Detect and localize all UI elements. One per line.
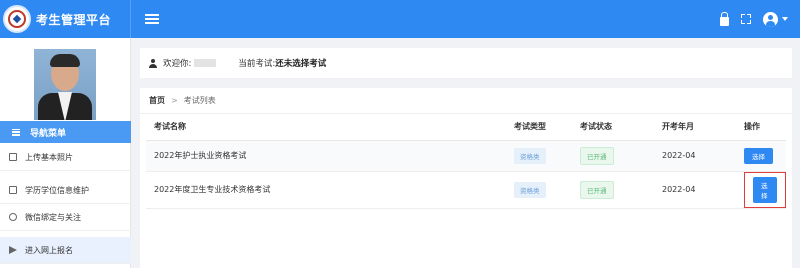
sidebar-item-education-info[interactable]: 学历学位信息维护	[0, 177, 131, 204]
current-exam-value: 还未选择考试	[275, 59, 327, 69]
send-icon	[9, 246, 17, 254]
sidebar-item-label: 上传基本照片	[25, 152, 73, 162]
breadcrumb-current: 考试列表	[183, 96, 216, 105]
image-icon	[9, 153, 17, 161]
sidebar-item-label: 微信绑定与关注	[25, 212, 81, 222]
exam-date: 2022-04	[654, 140, 736, 172]
top-bar: 考生管理平台	[0, 0, 800, 38]
app-title: 考生管理平台	[36, 12, 112, 27]
select-button[interactable]: 选择	[753, 176, 777, 203]
sidebar-item-label: 进入网上报名	[25, 245, 73, 255]
exam-list-panel: 首页 > 考试列表 考试名称 考试类型 考试状态 开考年月 操作 2022年护士…	[140, 88, 792, 268]
breadcrumb-separator: >	[171, 96, 178, 105]
lock-icon[interactable]	[720, 11, 729, 26]
breadcrumb: 首页 > 考试列表	[140, 88, 792, 114]
user-avatar-icon[interactable]	[763, 11, 778, 27]
column-header: 操作	[736, 114, 786, 141]
brand: 考生管理平台	[0, 0, 131, 38]
list-icon	[12, 128, 20, 136]
caret-down-icon[interactable]	[782, 17, 788, 21]
person-icon	[149, 58, 157, 68]
fullscreen-icon[interactable]	[741, 14, 751, 24]
column-header: 开考年月	[654, 114, 736, 141]
breadcrumb-home[interactable]: 首页	[149, 95, 165, 106]
info-bar: 欢迎你: 当前考试: 还未选择考试	[140, 48, 792, 78]
exam-name: 2022年度卫生专业技术资格考试	[146, 171, 506, 209]
exam-status-badge: 已开通	[580, 180, 614, 199]
wechat-icon	[9, 213, 17, 221]
sidebar-item-online-registration[interactable]: 进入网上报名	[0, 237, 131, 264]
exam-type-badge: 资格类	[514, 147, 546, 164]
exam-name: 2022年护士执业资格考试	[146, 140, 506, 172]
sidebar-item-wechat-binding[interactable]: 微信绑定与关注	[0, 204, 131, 231]
column-header: 考试状态	[572, 114, 654, 141]
exam-type-badge: 资格类	[514, 181, 546, 198]
logo-icon	[3, 5, 31, 33]
nav-header: 导航菜单	[0, 121, 131, 143]
table-header-row: 考试名称 考试类型 考试状态 开考年月 操作	[146, 114, 786, 141]
select-button[interactable]: 选择	[744, 147, 773, 164]
sidebar: 导航菜单 上传基本照片 学历学位信息维护 微信绑定与关注 进入网上报名	[0, 38, 131, 268]
candidate-photo	[34, 49, 96, 120]
table-row: 2022年护士执业资格考试 资格类 已开通 2022-04 选择	[146, 140, 786, 172]
table-row: 2022年度卫生专业技术资格考试 资格类 已开通 2022-04 选择	[146, 171, 786, 209]
nav-header-label: 导航菜单	[30, 128, 67, 139]
column-header: 考试名称	[146, 114, 506, 141]
exam-date: 2022-04	[654, 171, 736, 209]
current-exam-label: 当前考试:	[238, 59, 276, 69]
sidebar-item-upload-photo[interactable]: 上传基本照片	[0, 144, 131, 171]
exam-table: 考试名称 考试类型 考试状态 开考年月 操作 2022年护士执业资格考试 资格类…	[146, 114, 786, 209]
hamburger-menu-icon[interactable]	[145, 14, 159, 24]
user-name-redacted	[194, 59, 217, 67]
user-menu[interactable]	[763, 11, 788, 27]
column-header: 考试类型	[506, 114, 572, 141]
highlight-box: 选择	[744, 171, 786, 208]
welcome-label: 欢迎你:	[163, 59, 192, 69]
sidebar-item-label: 学历学位信息维护	[25, 185, 89, 195]
document-icon	[9, 186, 17, 194]
exam-status-badge: 已开通	[580, 146, 614, 165]
top-icons	[720, 0, 788, 38]
